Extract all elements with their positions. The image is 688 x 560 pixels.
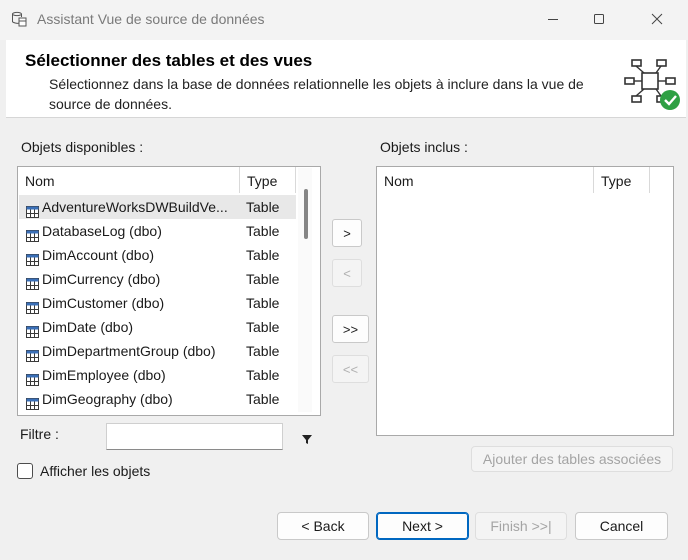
row-type: Table [246,199,280,215]
page-description: Sélectionnez dans la base de données rel… [49,76,584,112]
column-header-name[interactable]: Nom [18,167,240,193]
row-type: Table [246,391,280,407]
filter-label: Filtre : [20,426,59,442]
row-name: DimGeography (dbo) [42,391,173,407]
row-type: Table [246,223,280,239]
close-icon [651,12,663,28]
included-list-header: Nom Type [377,167,673,193]
table-row[interactable]: DimEmployee (dbo) Table [19,363,296,387]
row-name: DimEmployee (dbo) [42,367,166,383]
table-row[interactable]: DimCustomer (dbo) Table [19,291,296,315]
app-icon [11,11,27,27]
table-icon [26,345,39,362]
minimize-icon [547,12,559,28]
table-row[interactable]: DimAccount (dbo) Table [19,243,296,267]
row-name: DimAccount (dbo) [42,247,155,263]
table-icon [26,273,39,290]
table-row[interactable]: AdventureWorksDWBuildVe... Table [19,195,296,219]
add-all-button[interactable]: >> [332,315,369,343]
minimize-button[interactable] [530,0,576,40]
close-button[interactable] [634,0,680,40]
table-row[interactable]: DimDepartmentGroup (dbo) Table [19,339,296,363]
included-objects-list[interactable]: Nom Type [376,166,674,436]
maximize-button[interactable] [576,0,622,40]
table-row[interactable]: DatabaseLog (dbo) Table [19,219,296,243]
filter-input[interactable] [106,423,283,450]
table-icon [26,321,39,338]
row-type: Table [246,295,280,311]
row-name: DimDepartmentGroup (dbo) [42,343,216,359]
page-title: Sélectionner des tables et des vues [25,51,313,70]
title-bar: Assistant Vue de source de données [0,0,688,40]
table-icon [26,201,39,218]
scrollbar-thumb[interactable] [304,189,308,239]
row-name: DatabaseLog (dbo) [42,223,162,239]
column-header-type[interactable]: Type [240,167,296,193]
column-header-type[interactable]: Type [594,167,650,193]
finish-button[interactable]: Finish >>| [475,512,567,540]
add-selected-button[interactable]: > [332,219,362,247]
add-related-tables-button[interactable]: Ajouter des tables associées [471,446,673,472]
row-name: DimCustomer (dbo) [42,295,165,311]
maximize-icon [593,12,605,28]
back-button[interactable]: < Back [277,512,369,540]
available-list-header: Nom Type [18,167,320,193]
column-header-name[interactable]: Nom [377,167,594,193]
row-type: Table [246,343,280,359]
table-icon [26,225,39,242]
next-button[interactable]: Next > [376,512,469,540]
table-icon [26,249,39,266]
row-name: AdventureWorksDWBuildVe... [42,199,228,215]
table-row[interactable]: DimGeography (dbo) Table [19,387,296,411]
row-type: Table [246,319,280,335]
filter-icon[interactable] [300,432,314,444]
included-objects-label: Objets inclus : [380,139,468,155]
table-icon [26,297,39,314]
table-icon [26,393,39,410]
row-name: DimCurrency (dbo) [42,271,161,287]
table-row[interactable]: DimDate (dbo) Table [19,315,296,339]
show-objects-label: Afficher les objets [40,463,151,479]
show-objects-checkbox[interactable] [17,463,33,479]
row-type: Table [246,367,280,383]
window-title: Assistant Vue de source de données [37,11,265,27]
cancel-button[interactable]: Cancel [575,512,668,540]
available-objects-list[interactable]: Nom Type AdventureWorksDWBuildVe... Table… [17,166,321,416]
table-icon [26,369,39,386]
remove-selected-button[interactable]: < [332,259,362,287]
header-banner: Sélectionner des tables et des vues Séle… [6,40,686,118]
diagram-check-icon [623,56,681,112]
available-objects-label: Objets disponibles : [21,139,144,155]
table-row[interactable]: DimCurrency (dbo) Table [19,267,296,291]
row-type: Table [246,271,280,287]
remove-all-button[interactable]: << [332,355,369,383]
row-name: DimDate (dbo) [42,319,134,335]
row-type: Table [246,247,280,263]
